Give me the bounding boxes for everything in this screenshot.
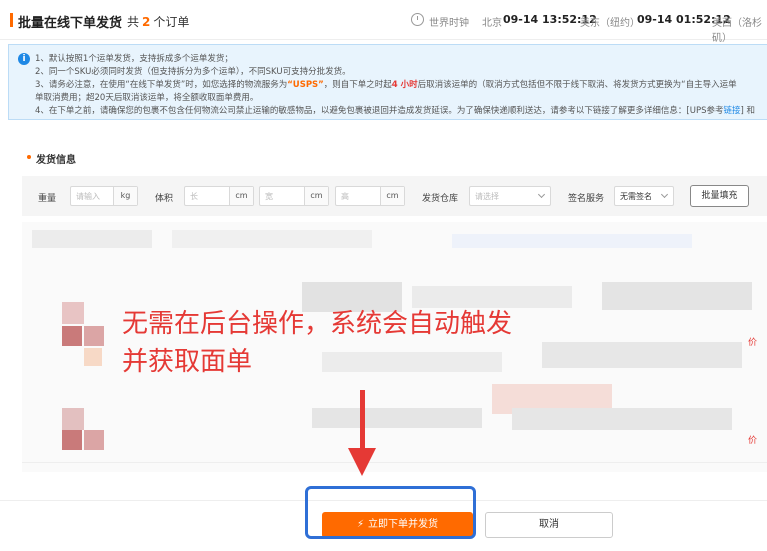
length-input[interactable]: 长 cm [184,186,254,206]
sign-service-value: 无需签名 [620,192,652,201]
height-unit: cm [380,187,404,205]
weight-unit: kg [113,187,137,205]
length-placeholder: 长 [190,192,198,201]
notice-line-3-c: 后取消该运单的（取消方式包括但不限于线下取消、将发货方式更换为“自主导入运单 [417,80,737,90]
volume-label: 体积 [155,194,174,204]
warehouse-placeholder: 请选择 [475,192,499,201]
order-count-prefix: 共 [127,15,140,29]
notice-hours: 4 小时 [391,80,418,90]
width-placeholder: 宽 [265,192,273,201]
batch-fill-button[interactable]: 批量填充 [690,185,749,207]
weight-placeholder: 请输入 [76,192,100,201]
weight-input[interactable]: 请输入 kg [70,186,138,206]
sign-service-select[interactable]: 无需签名 [614,186,674,206]
section-dot [27,155,31,159]
clock-icon [411,13,424,26]
clock-city-newyork: 美东（纽约） [580,18,640,29]
cancel-button[interactable]: 取消 [485,512,613,538]
annotation-highlight-box [305,486,476,539]
side-marker-1: 价 [748,338,758,348]
notice-line-4-a: 4、在下单之前，请确保您的包裹不包含任何物流公司禁止运输的敏感物品，以避免包裹被… [35,106,724,116]
notice-line-1: 1、默认按照1个运单发货，支持拆成多个运单发货； [35,54,233,64]
section-title: 发货信息 [36,155,76,166]
height-input[interactable]: 高 cm [335,186,405,206]
world-time-label: 世界时钟 [429,18,469,29]
notice-line-4: 4、在下单之前，请确保您的包裹不包含任何物流公司禁止运输的敏感物品，以避免包裹被… [35,104,755,116]
page-header: 批量在线下单发货 共 2 个订单 世界时钟 北京 09-14 13:52:12 美东… [0,0,767,44]
notice-line-3-cont: 单取消费用；超20天后取消该运单，将全额收取面单费用。 [35,93,259,103]
annotation-line-1: 无需在后台操作，系统会自动触发 [122,309,513,339]
notice-usps: “USPS” [287,80,324,90]
height-placeholder: 高 [341,192,349,201]
clock-city-beijing: 北京 [482,18,502,29]
chevron-down-icon [537,190,546,199]
notice-line-4-b: ] 和 [740,106,756,116]
ups-link[interactable]: 链接 [723,106,740,116]
notice-line-2: 2、同一个SKU必须同时发货（但支持拆分为多个运单），不同SKU可支持分批发货。 [35,67,351,77]
width-unit: cm [304,187,328,205]
side-marker-2: 价 [748,436,758,446]
annotation-arrow-shaft [360,390,365,450]
annotation-line-2: 并获取面单 [122,347,253,377]
warehouse-select[interactable]: 请选择 [469,186,551,206]
notice-line-3-a: 3、请务必注意，在使用“在线下单发货”时，如您选择的物流服务为 [35,80,288,90]
order-count: 共 2 个订单 [127,13,189,30]
notice-line-3: 3、请务必注意，在使用“在线下单发货”时，如您选择的物流服务为“USPS”，则自… [35,78,737,90]
order-count-number: 2 [142,15,151,29]
annotation-text: 无需在后台操作，系统会自动触发 并获取面单 [122,305,512,381]
info-icon: i [18,53,30,65]
chevron-down-icon [660,190,669,199]
length-unit: cm [229,187,253,205]
order-count-suffix: 个订单 [153,15,190,29]
sign-service-label: 签名服务 [568,194,605,204]
width-input[interactable]: 宽 cm [259,186,329,206]
notice-box: i 1、默认按照1个运单发货，支持拆成多个运单发货； 2、同一个SKU必须同时发… [8,44,767,120]
annotation-arrow-icon [348,448,376,476]
clock-city-losangeles: 美西（洛杉矶） [712,18,762,44]
notice-line-3-b: ，则自下单之时起 [323,80,392,90]
warehouse-label: 发货仓库 [422,194,459,204]
weight-label: 重量 [38,194,57,204]
page-title: 批量在线下单发货 [18,16,123,31]
title-accent-bar [10,13,13,27]
